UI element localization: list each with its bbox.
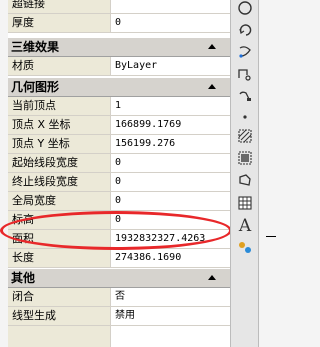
property-row-thickness[interactable]: 厚度 0: [8, 14, 230, 33]
section-title: 三维效果: [11, 40, 60, 54]
property-value[interactable]: ByLayer: [112, 57, 230, 75]
property-label: 厚度: [8, 14, 111, 32]
copy-icon[interactable]: [236, 66, 254, 84]
property-label: 全局宽度: [8, 192, 111, 210]
property-value[interactable]: 0: [112, 192, 230, 210]
property-label: 线型生成: [8, 307, 111, 325]
property-value[interactable]: [112, 0, 230, 13]
property-value: 274386.1690: [115, 252, 182, 263]
point-icon[interactable]: [236, 108, 254, 126]
drawing-line-fragment: [266, 236, 276, 237]
rotate-icon[interactable]: [236, 22, 254, 40]
add-selected-icon[interactable]: [236, 239, 254, 257]
property-row-start-width[interactable]: 起始线段宽度 0: [8, 154, 230, 173]
section-header-geometry[interactable]: 几何图形: [8, 77, 230, 97]
property-row-global-width[interactable]: 全局宽度 0: [8, 192, 230, 211]
property-row-material[interactable]: 材质 ByLayer: [8, 57, 230, 76]
property-row-vertex-y[interactable]: 顶点 Y 坐标 156199.276: [8, 135, 230, 154]
empty-label-cell: [8, 326, 111, 347]
property-value[interactable]: 156199.276: [112, 135, 230, 153]
property-label: 超链接: [8, 0, 111, 13]
collapse-arrow-icon[interactable]: [208, 275, 216, 280]
property-label: 闭合: [8, 288, 111, 306]
property-value[interactable]: 0: [112, 154, 230, 172]
property-label: 长度: [8, 249, 111, 267]
property-value[interactable]: 否: [112, 288, 230, 306]
property-label: 顶点 Y 坐标: [8, 135, 111, 153]
table-icon[interactable]: [236, 195, 254, 213]
section-header-misc[interactable]: 其他: [8, 268, 230, 288]
properties-panel: 超链接 厚度 0 三维效果 材质 ByLayer 几何图形 当前顶点 1 顶点 …: [8, 0, 230, 347]
property-label: 当前顶点: [8, 97, 111, 115]
property-label: 顶点 X 坐标: [8, 116, 111, 134]
property-row-end-width[interactable]: 终止线段宽度 0: [8, 173, 230, 192]
region-icon[interactable]: [236, 172, 254, 190]
highlight-ellipse: [0, 211, 232, 250]
move-icon[interactable]: [236, 44, 254, 62]
ellipse-arc-icon[interactable]: [236, 88, 254, 106]
section-title: 几何图形: [11, 80, 60, 94]
property-value[interactable]: 1: [112, 97, 230, 115]
property-row-linetype-generation[interactable]: 线型生成 禁用: [8, 307, 230, 326]
hatch-icon[interactable]: [236, 128, 254, 146]
circle-icon[interactable]: [236, 0, 254, 18]
gradient-icon[interactable]: [236, 150, 254, 168]
draw-toolbar: A: [230, 0, 259, 347]
property-row-closed[interactable]: 闭合 否: [8, 288, 230, 307]
section-header-3d-effects[interactable]: 三维效果: [8, 37, 230, 57]
property-row-current-vertex[interactable]: 当前顶点 1: [8, 97, 230, 116]
property-value[interactable]: 禁用: [112, 307, 230, 325]
collapse-arrow-icon[interactable]: [208, 44, 216, 49]
property-label: 终止线段宽度: [8, 173, 111, 191]
property-value[interactable]: 0: [112, 173, 230, 191]
section-title: 其他: [11, 271, 36, 285]
property-label: 起始线段宽度: [8, 154, 111, 172]
property-label: 材质: [8, 57, 111, 75]
property-row-hyperlink[interactable]: 超链接: [8, 0, 230, 14]
property-row-length[interactable]: 长度 274386.1690: [8, 249, 230, 268]
property-value[interactable]: 0: [112, 14, 230, 32]
property-row-vertex-x[interactable]: 顶点 X 坐标 166899.1769: [8, 116, 230, 135]
property-value[interactable]: 166899.1769: [112, 116, 230, 134]
text-icon[interactable]: A: [236, 217, 254, 235]
collapse-arrow-icon[interactable]: [208, 84, 216, 89]
